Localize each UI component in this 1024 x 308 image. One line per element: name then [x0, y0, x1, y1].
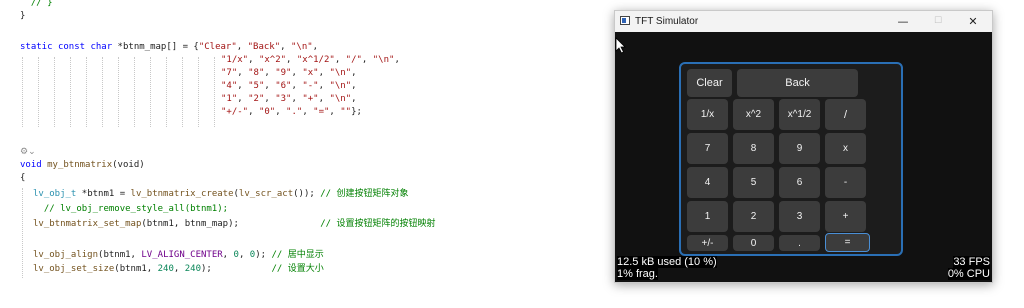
lcd-screen[interactable]: Clear Back 1/x x^2 x^1/2 / 7 8 9 x 4 5 6…: [615, 32, 992, 282]
key-1[interactable]: 1: [687, 201, 728, 232]
close-button[interactable]: ✕: [955, 11, 991, 32]
key-8[interactable]: 8: [733, 133, 774, 164]
code-line: // }: [20, 0, 53, 8]
minimize-button[interactable]: —: [885, 11, 921, 32]
key-7[interactable]: 7: [687, 133, 728, 164]
indent-guide: [150, 57, 151, 127]
key-minus[interactable]: -: [825, 167, 866, 198]
fragmentation-label: 1% frag.: [617, 268, 658, 280]
key-back[interactable]: Back: [737, 69, 858, 97]
memory-used-label: 12.5 kB used (10 %): [617, 256, 717, 268]
window-title: TFT Simulator: [635, 16, 699, 27]
code-line-comment: // lv_obj_remove_style_all(btnm1);: [33, 204, 229, 214]
key-2[interactable]: 2: [733, 201, 774, 232]
indent-guide: [134, 57, 135, 127]
code-line-size: lv_obj_set_size(btnm1, 240, 240); // 设置大…: [33, 264, 324, 274]
code-line-create: lv_obj_t *btnm1 = lv_btnmatrix_create(lv…: [33, 189, 409, 199]
fps-label: 33 FPS: [953, 256, 990, 268]
code-line: {: [20, 173, 26, 183]
key-reciprocal[interactable]: 1/x: [687, 99, 728, 130]
indent-guide: [70, 57, 71, 127]
key-negate[interactable]: +/-: [687, 235, 728, 251]
key-9[interactable]: 9: [779, 133, 820, 164]
indent-guide: [166, 57, 167, 127]
key-plus[interactable]: +: [825, 201, 866, 232]
mouse-cursor-icon: [615, 37, 626, 54]
code-line-map-row: "1/x", "x^2", "x^1/2", "/", "\n",: [221, 55, 400, 65]
indent-guide: [198, 57, 199, 127]
button-matrix: Clear Back 1/x x^2 x^1/2 / 7 8 9 x 4 5 6…: [679, 62, 903, 256]
maximize-button[interactable]: ☐: [920, 11, 956, 32]
code-line-setmap: lv_btnmatrix_set_map(btnm1, btnm_map); /…: [33, 219, 436, 229]
key-sqrt[interactable]: x^1/2: [779, 99, 820, 130]
key-3[interactable]: 3: [779, 201, 820, 232]
code-line: }: [20, 11, 26, 21]
indent-guide: [118, 57, 119, 127]
indent-guide: [182, 57, 183, 127]
indent-guide: [22, 57, 23, 127]
key-6[interactable]: 6: [779, 167, 820, 198]
key-equals[interactable]: =: [825, 233, 870, 252]
indent-guide: [102, 57, 103, 127]
code-line-align: lv_obj_align(btnm1, LV_ALIGN_CENTER, 0, …: [33, 250, 324, 260]
app-icon: [620, 16, 630, 25]
indent-guide: [86, 57, 87, 127]
key-multiply[interactable]: x: [825, 133, 866, 164]
key-divide[interactable]: /: [825, 99, 866, 130]
key-0[interactable]: 0: [733, 235, 774, 251]
code-line-func-decl: void my_btnmatrix(void): [20, 160, 145, 170]
key-square[interactable]: x^2: [733, 99, 774, 130]
code-line-map-row: "7", "8", "9", "x", "\n",: [221, 68, 357, 78]
key-4[interactable]: 4: [687, 167, 728, 198]
key-decimal[interactable]: .: [779, 235, 820, 251]
code-line-map-row: "+/-", "0", ".", "=", ""};: [221, 107, 362, 117]
tft-simulator-window[interactable]: TFT Simulator — ☐ ✕ Clear Back 1/x x^2 x…: [614, 10, 993, 283]
key-5[interactable]: 5: [733, 167, 774, 198]
code-line-map-decl: static const char *btnm_map[] = {"Clear"…: [20, 42, 319, 52]
indent-guide: [38, 57, 39, 127]
code-line-map-row: "4", "5", "6", "-", "\n",: [221, 81, 357, 91]
key-clear[interactable]: Clear: [687, 69, 732, 97]
window-titlebar[interactable]: TFT Simulator — ☐ ✕: [615, 11, 992, 32]
indent-guide: [54, 57, 55, 127]
indent-guide: [22, 188, 23, 278]
codelens-icon[interactable]: ⚙⌄: [20, 147, 36, 157]
code-editor[interactable]: // } } static const char *btnm_map[] = {…: [0, 0, 612, 308]
cpu-label: 0% CPU: [947, 268, 990, 280]
indent-guide: [214, 57, 215, 127]
code-line-map-row: "1", "2", "3", "+", "\n",: [221, 94, 357, 104]
